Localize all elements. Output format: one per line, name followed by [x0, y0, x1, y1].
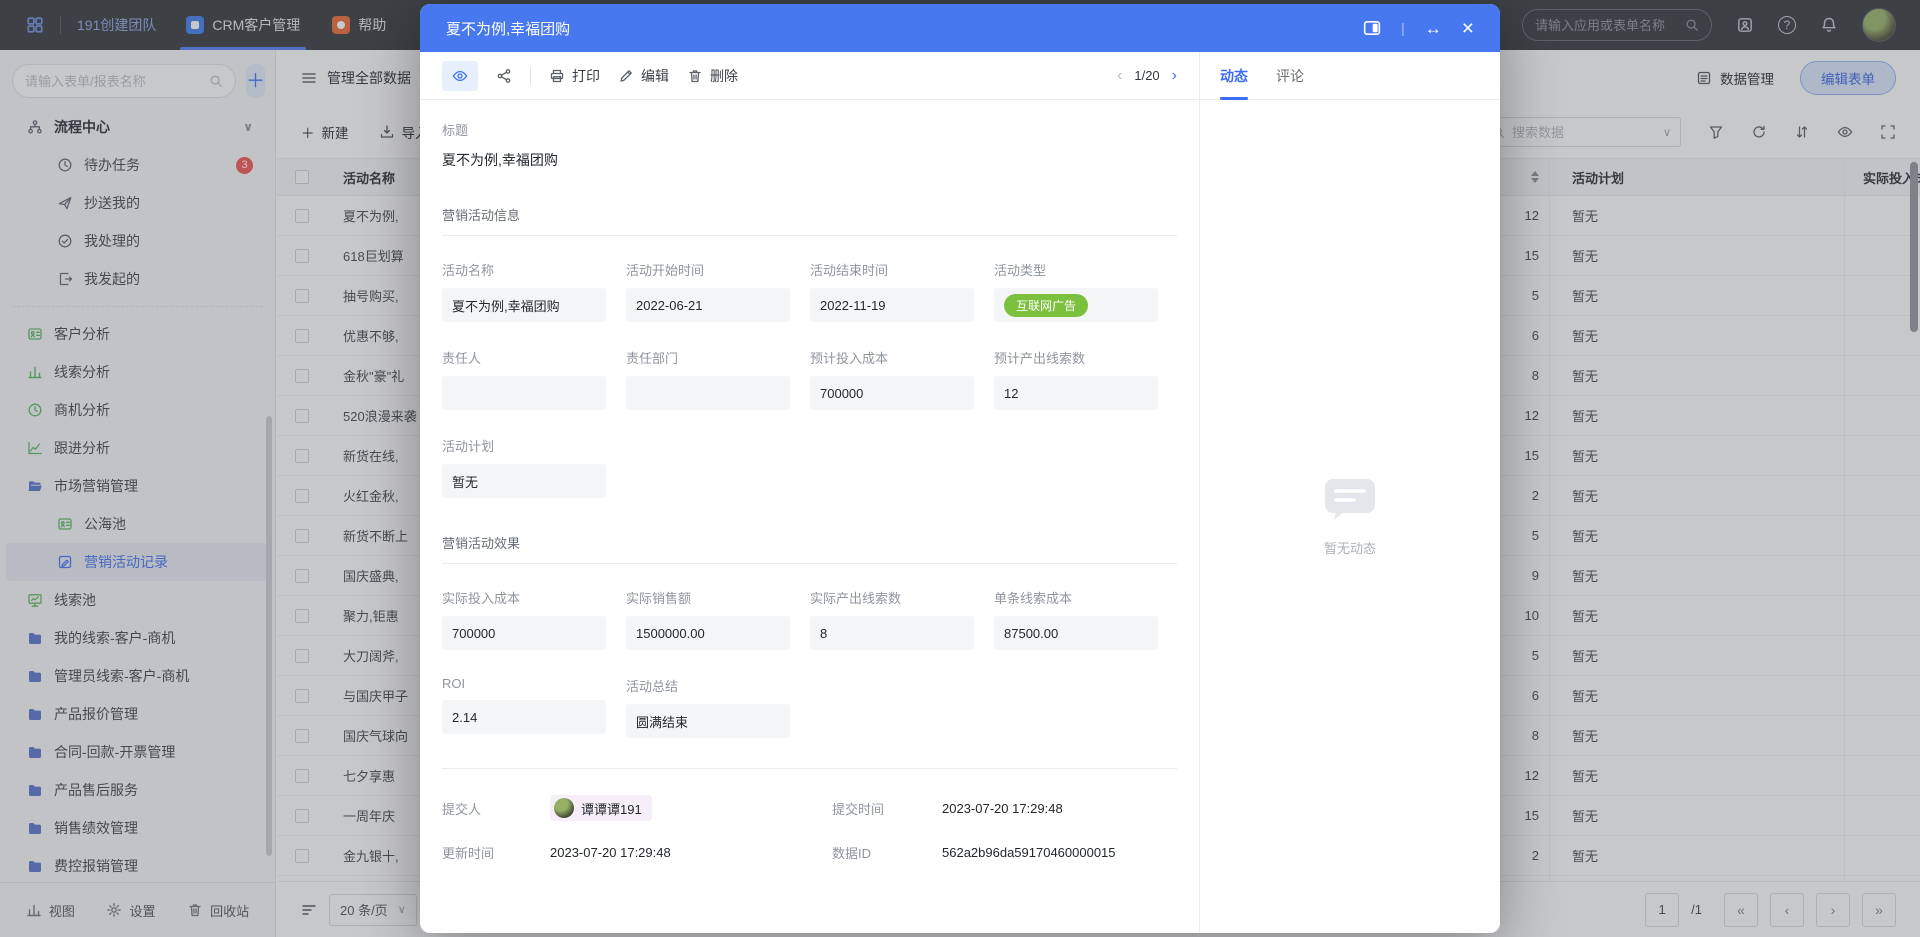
field-campaign-type: 活动类型 互联网广告	[994, 260, 1178, 322]
modal-body: 打印 编辑 删除 ‹ 1/20 ›	[420, 52, 1500, 933]
empty-state-text: 暂无动态	[1324, 538, 1376, 557]
field-roi: ROI 2.14	[442, 676, 626, 738]
field-owner: 责任人	[442, 348, 626, 410]
update-time-value: 2023-07-20 17:29:48	[550, 845, 832, 860]
submitter-label: 提交人	[442, 799, 550, 818]
field-value: 700000	[810, 376, 974, 410]
side-panel-toggle-icon[interactable]	[1363, 19, 1381, 37]
section-divider	[442, 768, 1177, 769]
field-value: 87500.00	[994, 616, 1158, 650]
activity-tabs: 动态 评论	[1200, 52, 1500, 100]
divider: |	[1401, 20, 1405, 36]
record-meta: 提交人 谭谭谭191 提交时间 2023-07-20 17:29:48 更新时间…	[442, 795, 1177, 862]
field-plan: 活动计划 暂无	[442, 436, 626, 498]
detail-toolbar: 打印 编辑 删除 ‹ 1/20 ›	[420, 52, 1199, 100]
expand-icon[interactable]: ↔	[1425, 20, 1442, 37]
type-tag: 互联网广告	[1004, 294, 1088, 317]
delete-button[interactable]: 删除	[687, 66, 738, 86]
field-value: 互联网广告	[994, 288, 1158, 322]
view-mode-button[interactable]	[442, 61, 478, 91]
divider	[530, 67, 531, 85]
field-value: 2022-06-21	[626, 288, 790, 322]
field-start-date: 活动开始时间 2022-06-21	[626, 260, 810, 322]
section-title-info: 营销活动信息	[442, 205, 1177, 224]
modal-title: 夏不为例,幸福团购	[446, 18, 570, 39]
share-icon[interactable]	[496, 68, 512, 84]
printer-icon	[549, 68, 565, 84]
field-value: 8	[810, 616, 974, 650]
data-id-value: 562a2b96da59170460000015	[942, 845, 1177, 860]
pencil-icon	[618, 68, 634, 84]
chat-bubble-icon	[1322, 476, 1378, 522]
field-actual-sales: 实际销售额 1500000.00	[626, 588, 810, 650]
field-campaign-name: 活动名称 夏不为例,幸福团购	[442, 260, 626, 322]
field-value: 圆满结束	[626, 704, 790, 738]
modal-header: 夏不为例,幸福团购 | ↔ ×	[420, 4, 1500, 52]
print-button[interactable]: 打印	[549, 66, 600, 86]
submitter-avatar	[554, 798, 574, 818]
field-actual-cost: 实际投入成本 700000	[442, 588, 626, 650]
field-end-date: 活动结束时间 2022-11-19	[810, 260, 994, 322]
field-actual-leads: 实际产出线索数 8	[810, 588, 994, 650]
field-value: 12	[994, 376, 1158, 410]
field-cost-per-lead: 单条线索成本 87500.00	[994, 588, 1178, 650]
data-id-label: 数据ID	[832, 843, 942, 862]
field-summary: 活动总结 圆满结束	[626, 676, 810, 738]
field-value: 1500000.00	[626, 616, 790, 650]
field-expected-leads: 预计产出线索数 12	[994, 348, 1178, 410]
field-value: 暂无	[442, 464, 606, 498]
activity-pane: 动态 评论 暂无动态	[1200, 52, 1500, 933]
trash-icon	[687, 68, 703, 84]
info-fields-grid: 活动名称 夏不为例,幸福团购 活动开始时间 2022-06-21 活动结束时间 …	[442, 260, 1177, 498]
field-value	[442, 376, 606, 410]
section-divider	[442, 235, 1177, 236]
field-value: 夏不为例,幸福团购	[442, 288, 606, 322]
submit-time-value: 2023-07-20 17:29:48	[942, 801, 1177, 816]
submitter-chip[interactable]: 谭谭谭191	[550, 795, 652, 821]
title-field-value: 夏不为例,幸福团购	[442, 150, 1177, 170]
screen: 191创建团队 CRM客户管理 帮助 ?	[0, 0, 1920, 937]
section-divider	[442, 563, 1177, 564]
activity-empty-state: 暂无动态	[1200, 100, 1500, 933]
field-value: 2022-11-19	[810, 288, 974, 322]
update-time-label: 更新时间	[442, 843, 550, 862]
effect-fields-grid: 实际投入成本 700000 实际销售额 1500000.00 实际产出线索数 8	[442, 588, 1177, 738]
field-value: 2.14	[442, 700, 606, 734]
field-value	[626, 376, 790, 410]
tab-comments[interactable]: 评论	[1276, 52, 1304, 99]
detail-pane: 打印 编辑 删除 ‹ 1/20 ›	[420, 52, 1200, 933]
next-record-button[interactable]: ›	[1172, 67, 1177, 85]
tab-activity-feed[interactable]: 动态	[1220, 52, 1248, 99]
field-department: 责任部门	[626, 348, 810, 410]
submit-time-label: 提交时间	[832, 799, 942, 818]
field-value: 700000	[442, 616, 606, 650]
record-pager-label: 1/20	[1134, 68, 1159, 83]
section-title-effect: 营销活动效果	[442, 533, 1177, 552]
field-budget: 预计投入成本 700000	[810, 348, 994, 410]
title-field-label: 标题	[442, 120, 1177, 139]
record-detail-modal: 夏不为例,幸福团购 | ↔ × 打印	[420, 4, 1500, 933]
modal-header-actions: | ↔ ×	[1363, 18, 1474, 39]
submitter-name: 谭谭谭191	[581, 799, 642, 818]
record-pager: ‹ 1/20 ›	[1117, 67, 1177, 85]
detail-content: 标题 夏不为例,幸福团购 营销活动信息 活动名称 夏不为例,幸福团购 活动开始时…	[420, 100, 1199, 933]
edit-button[interactable]: 编辑	[618, 66, 669, 86]
close-icon[interactable]: ×	[1462, 18, 1474, 39]
prev-record-button[interactable]: ‹	[1117, 67, 1122, 85]
